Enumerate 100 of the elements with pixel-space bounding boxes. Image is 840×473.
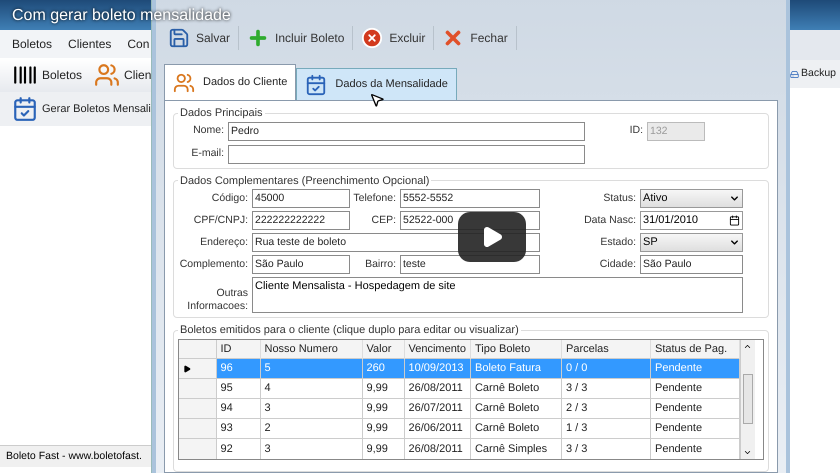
calendar-icon	[729, 215, 740, 226]
table-cell: 95	[216, 378, 260, 398]
status-bar: Boleto Fast - www.boletofast.	[0, 445, 151, 467]
column-header: Tipo Boleto	[470, 340, 562, 358]
table-cell: 1 / 3	[561, 418, 650, 438]
table-cell: Carnê Simples	[470, 438, 562, 458]
input-field[interactable]: São Paulo	[640, 255, 743, 274]
input-field[interactable]: 45000	[252, 189, 350, 208]
table-row[interactable]: 95 4 9,99 26/08/2011 Carnê Boleto 3 / 3 Pendente	[179, 378, 740, 398]
input-field[interactable]: 222222222222	[252, 211, 350, 230]
table-cell: 9,99	[362, 378, 404, 398]
toolbar-button[interactable]: Incluir Boleto	[239, 26, 354, 50]
table-cell: Pendente	[650, 398, 740, 418]
play-button[interactable]	[458, 212, 526, 262]
table-cell: 9,99	[362, 418, 404, 438]
table-cell: 10/09/2013	[404, 358, 470, 378]
text-area[interactable]: Cliente Mensalista - Hospedagem de site	[252, 277, 743, 313]
menu-item[interactable]: Con	[127, 35, 150, 53]
field-label: Telefone:	[352, 192, 397, 206]
field-label: Nome:	[192, 124, 225, 138]
table-cell: 5	[260, 358, 362, 378]
table-cell: Boleto Fatura	[470, 358, 562, 378]
toolbar-button[interactable]: Excluir	[353, 26, 434, 50]
column-header: Nosso Numero	[260, 340, 362, 358]
field-label: Data Nasc:	[583, 214, 637, 228]
table-cell: 9,99	[362, 438, 404, 458]
table-cell: 26/07/2011	[404, 398, 470, 418]
table-cell: 92	[216, 438, 260, 458]
table-cell: 3	[260, 398, 362, 418]
scrollbar[interactable]	[740, 340, 755, 458]
calendar-icon	[305, 74, 328, 96]
input-field[interactable]: 5552-5552	[400, 189, 540, 208]
toolbar-button[interactable]: Fechar	[434, 26, 517, 50]
table-cell: 9,99	[362, 398, 404, 418]
field-label: Cidade:	[598, 258, 637, 272]
table-cell: Carnê Boleto	[470, 418, 562, 438]
table-cell: 2	[260, 418, 362, 438]
table-cell: 94	[216, 398, 260, 418]
tab[interactable]: Dados do Cliente	[164, 64, 296, 100]
table-cell: 260	[362, 358, 404, 378]
field-label: Complemento:	[178, 258, 249, 272]
table-cell: 2 / 3	[561, 398, 650, 418]
column-header: Status de Pag.	[650, 340, 740, 358]
drive-icon	[790, 70, 799, 78]
table-cell: Pendente	[650, 418, 740, 438]
field-label: Outras Informacoes:	[186, 286, 249, 313]
column-header: Parcelas	[561, 340, 650, 358]
delete-icon	[361, 27, 384, 49]
column-header: Vencimento	[404, 340, 470, 358]
table-cell: 26/08/2011	[404, 438, 470, 458]
table-cell: Pendente	[650, 378, 740, 398]
table-cell: 3 / 3	[561, 438, 650, 458]
column-header: Valor	[362, 340, 404, 358]
table-cell: 26/08/2011	[404, 378, 470, 398]
field-label: CPF/CNPJ:	[192, 214, 249, 228]
table-row[interactable]: 92 3 9,99 26/08/2011 Carnê Simples 3 / 3 Pendente	[179, 438, 740, 458]
scroll-thumb[interactable]	[742, 374, 753, 424]
title-bar	[790, 0, 840, 30]
table-cell: Carnê Boleto	[470, 378, 562, 398]
input-field[interactable]: São Paulo	[252, 255, 350, 274]
table-cell: Pendente	[650, 438, 740, 458]
current-row-icon	[183, 364, 191, 372]
table-cell: Carnê Boleto	[470, 398, 562, 418]
dropdown[interactable]: SP	[640, 233, 743, 252]
table-cell: 96	[216, 358, 260, 378]
tab[interactable]: Dados da Mensalidade	[296, 68, 457, 100]
field-label: CEP:	[370, 214, 397, 228]
table-cell: 26/06/2011	[404, 418, 470, 438]
table-cell: 3 / 3	[561, 378, 650, 398]
field-label: Estado:	[599, 236, 637, 250]
users-icon	[94, 62, 120, 88]
table-cell: 3	[260, 438, 362, 458]
input-field[interactable]	[228, 144, 585, 164]
field-label: Endereço:	[199, 236, 249, 250]
field-label: Código:	[210, 192, 249, 206]
calendar-icon	[12, 96, 38, 122]
users-icon	[173, 72, 195, 94]
group-title: Boletos emitidos para o cliente (clique duplo para editar ou visualizar)	[179, 323, 520, 338]
table-row[interactable]: 94 3 9,99 26/07/2011 Carnê Boleto 2 / 3 Pendente	[179, 398, 740, 418]
dropdown[interactable]: Ativo	[640, 189, 743, 208]
table-row[interactable]: 93 2 9,99 26/06/2011 Carnê Boleto 1 / 3 Pendente	[179, 418, 740, 438]
input-field[interactable]: Pedro	[228, 122, 585, 140]
toolbar-button[interactable]: Clien	[94, 62, 152, 88]
menu-item[interactable]: Boletos	[12, 35, 52, 53]
toolbar-button[interactable]: Salvar	[160, 26, 240, 50]
field-label: ID:	[628, 124, 644, 138]
field-label: Status:	[602, 192, 637, 206]
group-title: Dados Principais	[179, 106, 264, 121]
field-label: Bairro:	[364, 258, 397, 272]
field-label: E-mail:	[190, 147, 225, 161]
save-icon	[168, 27, 190, 49]
table-cell: 4	[260, 378, 362, 398]
date-picker[interactable]: 31/01/2010	[640, 211, 743, 230]
table-cell: Pendente	[650, 358, 740, 378]
table-cell: 93	[216, 418, 260, 438]
toolbar-button[interactable]: Boletos	[12, 62, 82, 88]
table-cell: 0 / 0	[561, 358, 650, 378]
menu-item[interactable]: Clientes	[68, 35, 112, 53]
column-header: ID	[216, 340, 260, 358]
group-title: Dados Complementares (Preenchimento Opcional)	[179, 174, 430, 188]
